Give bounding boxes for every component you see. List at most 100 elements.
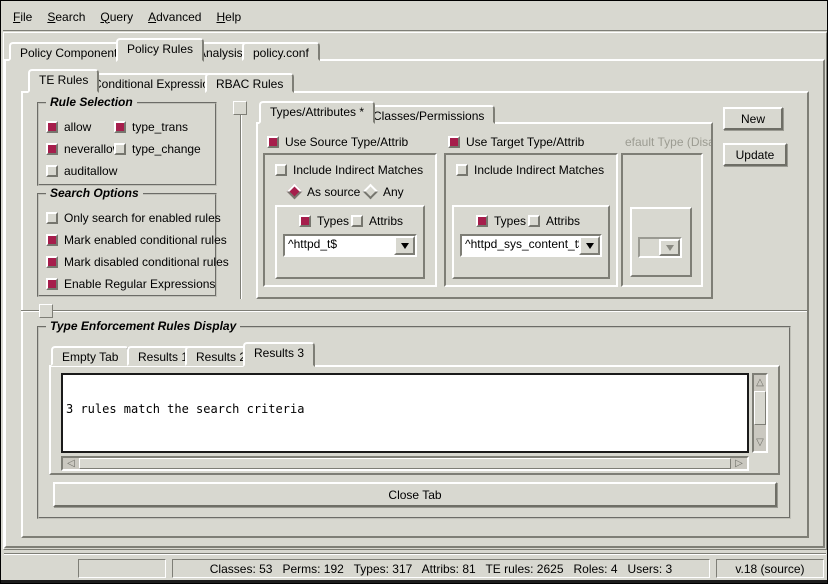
chevron-down-icon <box>586 243 594 249</box>
results-vertical-scrollbar[interactable]: △ ▽ <box>752 373 768 453</box>
menu-advanced[interactable]: Advanced <box>148 10 201 24</box>
scroll-down-button[interactable]: ▽ <box>754 435 766 451</box>
tab-te-rules[interactable]: TE Rules <box>28 69 99 93</box>
status-stats: Classes: 53 Perms: 192 Types: 317 Attrib… <box>210 562 672 576</box>
checkbox-only-enabled-rules[interactable]: Only search for enabled rules <box>46 210 221 225</box>
tab-empty-tab[interactable]: Empty Tab <box>51 346 129 366</box>
target-type-combobox-value[interactable]: ^httpd_sys_content_t$ <box>462 236 579 255</box>
tab-policy-conf[interactable]: policy.conf <box>242 42 320 61</box>
default-type-label: efault Type (Disa <box>625 135 711 149</box>
scroll-trough[interactable] <box>754 425 766 435</box>
scroll-left-button[interactable]: ◁ <box>63 458 79 469</box>
horizontal-scroll-thumb[interactable] <box>79 458 731 469</box>
horizontal-sash-handle[interactable] <box>39 304 53 318</box>
checkbox-source-types[interactable]: Types <box>299 213 349 228</box>
tab-types-attributes[interactable]: Types/Attributes * <box>259 101 375 124</box>
checkbox-indicator <box>46 121 58 133</box>
te-rules-display-title: Type Enforcement Rules Display <box>46 319 240 333</box>
menu-advanced-mnemonic: A <box>148 10 156 24</box>
menu-help-mnemonic: H <box>216 10 225 24</box>
scroll-up-button[interactable]: △ <box>754 375 766 391</box>
checkbox-source-indirect[interactable]: Include Indirect Matches <box>275 162 423 177</box>
window-bottom-edge <box>1 580 828 584</box>
checkbox-auditallow[interactable]: auditallow <box>46 163 117 178</box>
checkbox-label: type_change <box>132 142 201 156</box>
checkbox-allow[interactable]: allow <box>46 119 91 134</box>
horizontal-sash-line <box>21 310 807 312</box>
checkbox-type-change[interactable]: type_change <box>114 141 201 156</box>
checkbox-use-target-type[interactable]: Use Target Type/Attrib <box>448 134 584 149</box>
menu-help-label: elp <box>225 10 241 24</box>
checkbox-label: Types <box>494 214 526 228</box>
scroll-right-button[interactable]: ▷ <box>731 458 747 469</box>
checkbox-indicator <box>275 164 287 176</box>
checkbox-target-indirect[interactable]: Include Indirect Matches <box>456 162 604 177</box>
checkbox-type-trans[interactable]: type_trans <box>114 119 188 134</box>
status-stats-panel: Classes: 53 Perms: 192 Types: 317 Attrib… <box>172 559 710 578</box>
checkbox-indicator <box>46 165 58 177</box>
arrow-up-icon: △ <box>756 378 764 388</box>
menu-help[interactable]: Help <box>216 10 241 24</box>
menu-file[interactable]: File <box>13 10 32 24</box>
checkbox-label: Use Source Type/Attrib <box>285 135 408 149</box>
checkbox-enable-regex[interactable]: Enable Regular Expressions <box>46 276 215 291</box>
statusbar-separator <box>4 553 826 555</box>
results-header: 3 rules match the search criteria <box>66 403 744 416</box>
checkbox-target-types[interactable]: Types <box>476 213 526 228</box>
radio-as-source[interactable]: As source <box>289 184 360 199</box>
new-button[interactable]: New <box>723 107 783 130</box>
checkbox-label: Enable Regular Expressions <box>64 277 215 291</box>
source-type-combobox-arrow[interactable] <box>394 236 415 255</box>
arrow-down-icon: ▽ <box>756 438 764 448</box>
checkbox-label: allow <box>64 120 91 134</box>
vertical-sash-line <box>240 115 242 299</box>
tab-classes-permissions[interactable]: Classes/Permissions <box>362 105 495 124</box>
search-options-title: Search Options <box>46 186 143 200</box>
checkbox-target-attribs[interactable]: Attribs <box>528 213 580 228</box>
tab-rbac-rules[interactable]: RBAC Rules <box>205 73 294 93</box>
results-textarea[interactable]: 3 rules match the search criteria (5822)… <box>61 373 749 453</box>
rule-selection-title: Rule Selection <box>46 95 137 109</box>
checkbox-neverallow[interactable]: neverallow <box>46 141 121 156</box>
radio-label: As source <box>307 185 360 199</box>
checkbox-label: Include Indirect Matches <box>474 163 604 177</box>
update-button[interactable]: Update <box>723 143 787 166</box>
menu-query[interactable]: Query <box>100 10 133 24</box>
checkbox-indicator <box>46 212 58 224</box>
checkbox-indicator <box>448 136 460 148</box>
checkbox-indicator <box>456 164 468 176</box>
checkbox-indicator <box>46 234 58 246</box>
menubar: File Search Query Advanced Help <box>3 3 827 31</box>
arrow-left-icon: ◁ <box>67 459 75 469</box>
source-type-combobox-value[interactable]: ^httpd_t$ <box>285 236 394 255</box>
default-type-combobox-arrow <box>659 239 680 256</box>
status-progress-panel <box>78 559 166 578</box>
vertical-scroll-thumb[interactable] <box>754 391 766 425</box>
radio-any[interactable]: Any <box>365 184 404 199</box>
checkbox-label: Only search for enabled rules <box>64 211 221 225</box>
menu-search[interactable]: Search <box>47 10 85 24</box>
source-type-combobox[interactable]: ^httpd_t$ <box>283 234 417 257</box>
checkbox-label: type_trans <box>132 120 188 134</box>
tab-policy-rules[interactable]: Policy Rules <box>116 38 204 62</box>
results-horizontal-scrollbar[interactable]: ◁ ▷ <box>61 456 749 471</box>
tab-results-3[interactable]: Results 3 <box>243 342 315 367</box>
checkbox-indicator <box>267 136 279 148</box>
menu-query-mnemonic: Q <box>100 10 109 24</box>
checkbox-mark-enabled-conditional[interactable]: Mark enabled conditional rules <box>46 232 227 247</box>
checkbox-source-attribs[interactable]: Attribs <box>351 213 403 228</box>
close-tab-button[interactable]: Close Tab <box>53 482 777 507</box>
target-type-combobox[interactable]: ^httpd_sys_content_t$ <box>460 234 602 257</box>
vertical-sash-handle[interactable] <box>233 101 247 115</box>
checkbox-use-source-type[interactable]: Use Source Type/Attrib <box>267 134 408 149</box>
checkbox-indicator <box>114 121 126 133</box>
checkbox-label: Mark disabled conditional rules <box>64 255 229 269</box>
menu-file-label: ile <box>20 10 32 24</box>
checkbox-indicator <box>46 143 58 155</box>
checkbox-label: Attribs <box>546 214 580 228</box>
checkbox-indicator <box>528 215 540 227</box>
radio-label: Any <box>383 185 404 199</box>
checkbox-label: neverallow <box>64 142 121 156</box>
target-type-combobox-arrow[interactable] <box>579 236 600 255</box>
checkbox-mark-disabled-conditional[interactable]: Mark disabled conditional rules <box>46 254 229 269</box>
